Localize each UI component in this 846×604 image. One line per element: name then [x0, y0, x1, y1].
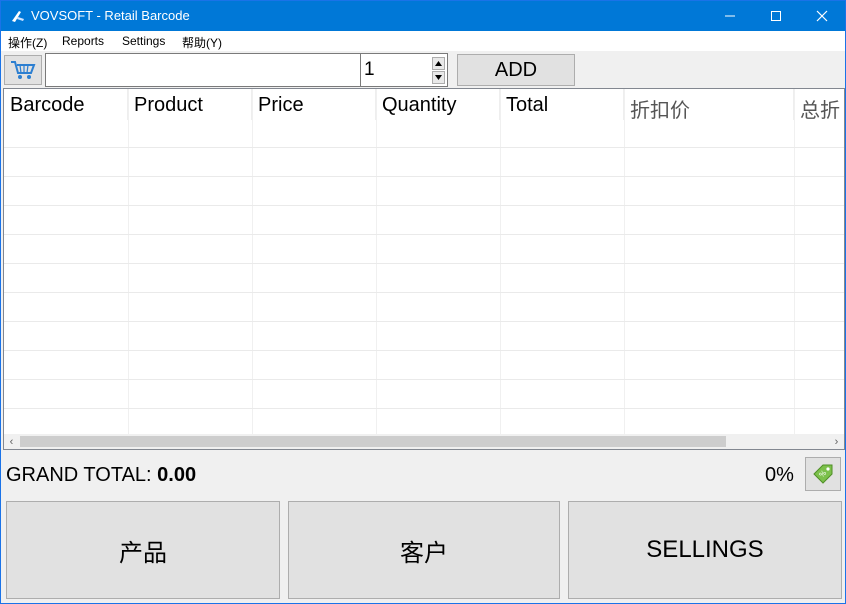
grid-divider — [794, 89, 795, 435]
maximize-button[interactable] — [753, 1, 799, 31]
menu-help[interactable]: 帮助(Y) — [182, 34, 222, 51]
grid-divider — [500, 89, 501, 435]
minimize-icon — [725, 15, 735, 17]
column-header-discount-price[interactable]: 折扣价 — [624, 89, 794, 120]
sellings-button[interactable]: SELLINGS — [568, 501, 842, 599]
column-header-barcode[interactable]: Barcode — [4, 89, 128, 120]
discount-button[interactable]: % — [805, 457, 841, 491]
toolbar: 1 ADD — [1, 51, 845, 87]
grand-total-label: GRAND TOTAL: — [6, 464, 152, 486]
grand-total: GRAND TOTAL: 0.00 — [6, 464, 196, 487]
discount-percent: 0% — [765, 464, 794, 486]
column-header-total[interactable]: Total — [500, 89, 624, 120]
window-title: VOVSOFT - Retail Barcode — [31, 8, 190, 23]
app-window: VOVSOFT - Retail Barcode 操作(Z) Reports S… — [0, 0, 846, 604]
quantity-up-button[interactable] — [432, 57, 445, 70]
customers-button[interactable]: 客户 — [288, 501, 560, 599]
down-arrow-icon — [435, 75, 442, 80]
maximize-icon — [771, 11, 781, 21]
grid-divider — [128, 89, 129, 435]
products-button[interactable]: 产品 — [6, 501, 280, 599]
app-icon — [12, 11, 24, 22]
grid-row-line — [4, 176, 844, 177]
close-button[interactable] — [799, 1, 845, 31]
cart-icon — [11, 61, 36, 79]
up-arrow-icon — [435, 61, 442, 66]
items-grid[interactable]: Barcode Product Price Quantity Total 折扣价… — [3, 88, 845, 450]
column-header-product[interactable]: Product — [128, 89, 252, 120]
quantity-stepper[interactable]: 1 — [360, 53, 448, 87]
column-header-total-discount[interactable]: 总折 — [794, 89, 844, 120]
grid-row-line — [4, 205, 844, 206]
grid-row-line — [4, 321, 844, 322]
grand-total-value: 0.00 — [157, 464, 197, 486]
grid-row-line — [4, 408, 844, 409]
grid-row-line — [4, 379, 844, 380]
title-bar: VOVSOFT - Retail Barcode — [1, 1, 845, 31]
minimize-button[interactable] — [707, 1, 753, 31]
menu-reports[interactable]: Reports — [62, 34, 104, 48]
grid-divider — [252, 89, 253, 435]
grid-row-line — [4, 234, 844, 235]
grid-row-line — [4, 292, 844, 293]
cart-button[interactable] — [4, 55, 42, 85]
scrollbar-thumb[interactable] — [20, 436, 726, 447]
menu-settings[interactable]: Settings — [122, 34, 165, 48]
horizontal-scrollbar[interactable]: ‹ › — [4, 434, 844, 449]
tag-icon: % — [813, 464, 833, 484]
menu-operate[interactable]: 操作(Z) — [8, 34, 47, 51]
grid-row-line — [4, 147, 844, 148]
grid-row-line — [4, 350, 844, 351]
grid-row-line — [4, 263, 844, 264]
grid-divider — [376, 89, 377, 435]
grid-divider — [624, 89, 625, 435]
quantity-value[interactable]: 1 — [364, 59, 375, 81]
barcode-input[interactable] — [45, 53, 361, 87]
column-header-quantity[interactable]: Quantity — [376, 89, 500, 120]
scroll-left-icon[interactable]: ‹ — [4, 434, 19, 449]
add-button[interactable]: ADD — [457, 54, 575, 86]
column-header-price[interactable]: Price — [252, 89, 376, 120]
quantity-down-button[interactable] — [432, 71, 445, 84]
menu-bar: 操作(Z) Reports Settings 帮助(Y) — [1, 31, 845, 51]
scroll-right-icon[interactable]: › — [829, 434, 844, 449]
close-icon — [816, 10, 828, 22]
